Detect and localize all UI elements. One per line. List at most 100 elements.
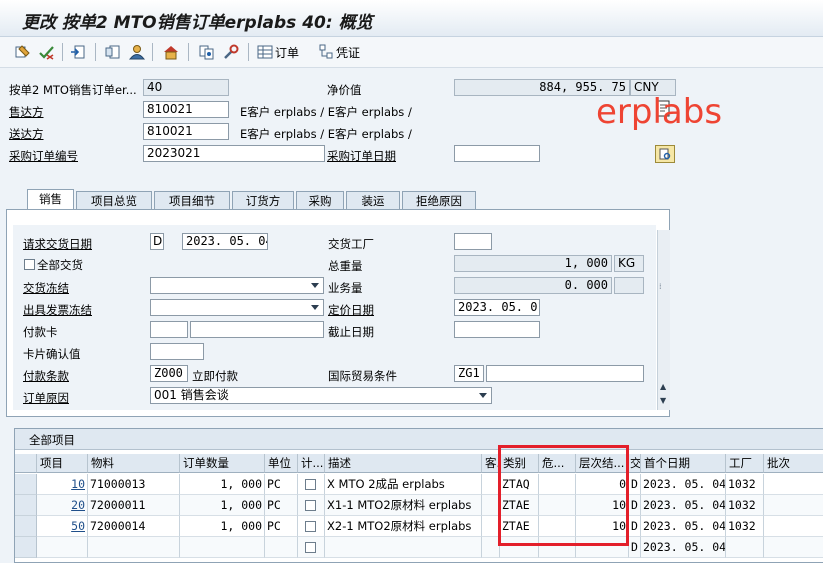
tab-item-overview[interactable]: 项目总览 bbox=[76, 191, 152, 209]
volume-unit-field[interactable] bbox=[614, 277, 644, 294]
cell-material-number[interactable]: 72000014 bbox=[88, 516, 180, 537]
po-number-label[interactable]: 采购订单编号 bbox=[9, 148, 78, 164]
po-date-label[interactable]: 采购订单日期 bbox=[327, 148, 396, 164]
cell-description[interactable]: X1-1 MTO2原材料 erplabs bbox=[325, 495, 482, 516]
create-with-reference-button[interactable] bbox=[70, 43, 88, 61]
cell-date-type[interactable]: D bbox=[629, 537, 641, 558]
row-checkbox[interactable] bbox=[305, 542, 316, 553]
cell-first-date[interactable]: 2023. 05. 04 bbox=[641, 516, 726, 537]
row-selector[interactable] bbox=[15, 516, 37, 537]
tab-panel-scrollbar[interactable]: ⁞ ▲ ▼ bbox=[657, 230, 670, 410]
column-selector[interactable] bbox=[15, 454, 37, 473]
po-date-field[interactable] bbox=[454, 145, 540, 162]
scroll-down-icon[interactable]: ▼ bbox=[660, 396, 666, 405]
ship-to-field[interactable]: 810021 bbox=[143, 123, 229, 140]
billing-block-label[interactable]: 出具发票冻结 bbox=[23, 302, 92, 318]
cell-date-type[interactable]: D bbox=[629, 474, 641, 495]
cell-batch[interactable] bbox=[764, 495, 823, 516]
pricing-date-field[interactable]: 2023. 05. 01 bbox=[454, 299, 540, 316]
tab-sales[interactable]: 销售 bbox=[27, 189, 74, 210]
payment-card-type-field[interactable] bbox=[150, 321, 188, 338]
cell-batch[interactable] bbox=[764, 537, 823, 558]
order-button[interactable]: 订单 bbox=[257, 43, 299, 61]
tab-ordering-party[interactable]: 订货方 bbox=[232, 191, 294, 209]
cell-description[interactable] bbox=[325, 537, 482, 558]
organizational-data-button[interactable] bbox=[162, 43, 180, 61]
incoterms-location-field[interactable] bbox=[486, 365, 644, 382]
cell-plant[interactable]: 1032 bbox=[726, 495, 764, 516]
cell-material-number[interactable]: 71000013 bbox=[88, 474, 180, 495]
cell-unit[interactable] bbox=[265, 537, 298, 558]
sold-to-field[interactable]: 810021 bbox=[143, 101, 229, 118]
payment-terms-label[interactable]: 付款条款 bbox=[23, 368, 69, 384]
cell-unit[interactable]: PC bbox=[265, 495, 298, 516]
weight-unit-field[interactable]: KG bbox=[614, 255, 644, 272]
cell-order-quantity[interactable]: 1, 000 bbox=[180, 495, 265, 516]
sold-to-label[interactable]: 售达方 bbox=[9, 104, 44, 120]
cell-item-number[interactable]: 20 bbox=[37, 495, 88, 516]
req-delivery-type-field[interactable]: D bbox=[150, 233, 164, 250]
tab-shipping[interactable]: 装运 bbox=[346, 191, 400, 209]
col-header-item[interactable]: 项目 bbox=[37, 454, 88, 473]
cell-item-number[interactable]: 50 bbox=[37, 516, 88, 537]
cell-order-quantity[interactable] bbox=[180, 537, 265, 558]
row-selector[interactable] bbox=[15, 495, 37, 516]
cell-plant[interactable]: 1032 bbox=[726, 516, 764, 537]
cell-batch[interactable] bbox=[764, 516, 823, 537]
tab-reason-for-rejection[interactable]: 拒绝原因 bbox=[402, 191, 476, 209]
req-delivery-date-field[interactable]: 2023. 05. 04 bbox=[182, 233, 268, 250]
col-header-batch[interactable]: 批次 bbox=[764, 454, 823, 473]
payment-card-number-field[interactable] bbox=[190, 321, 324, 338]
cell-item-number[interactable] bbox=[37, 537, 88, 558]
col-header-description[interactable]: 描述 bbox=[325, 454, 482, 473]
check-button[interactable] bbox=[38, 43, 56, 61]
ship-to-label[interactable]: 送达方 bbox=[9, 126, 44, 142]
col-header-unit[interactable]: 单位 bbox=[265, 454, 298, 473]
total-weight-field[interactable]: 1, 000 bbox=[454, 255, 612, 272]
col-header-delivery[interactable]: 交 bbox=[629, 454, 641, 473]
row-checkbox[interactable] bbox=[305, 500, 316, 511]
billing-block-dropdown[interactable] bbox=[150, 299, 324, 316]
row-selector[interactable] bbox=[15, 537, 37, 558]
header-display-button[interactable] bbox=[104, 43, 122, 61]
cell-description[interactable]: X MTO 2成品 erplabs bbox=[325, 474, 482, 495]
row-checkbox[interactable] bbox=[305, 521, 316, 532]
tab-item-detail[interactable]: 项目细节 bbox=[154, 191, 230, 209]
cell-first-date[interactable]: 2023. 05. 04 bbox=[641, 474, 726, 495]
col-header-calc[interactable]: 计... bbox=[298, 454, 325, 473]
cell-unit[interactable]: PC bbox=[265, 516, 298, 537]
complete-delivery-checkbox[interactable] bbox=[24, 259, 35, 270]
col-header-plant[interactable]: 工厂 bbox=[726, 454, 764, 473]
col-header-material[interactable]: 物料 bbox=[88, 454, 180, 473]
tab-procurement[interactable]: 采购 bbox=[296, 191, 344, 209]
cell-order-quantity[interactable]: 1, 000 bbox=[180, 474, 265, 495]
cell-calc-checkbox[interactable] bbox=[298, 516, 325, 537]
card-verification-field[interactable] bbox=[150, 343, 204, 360]
cell-batch[interactable] bbox=[764, 474, 823, 495]
po-number-field[interactable]: 2023021 bbox=[143, 145, 325, 162]
cell-first-date[interactable]: 2023. 05. 04 bbox=[641, 495, 726, 516]
po-detail-button[interactable] bbox=[655, 145, 675, 163]
order-reason-dropdown[interactable]: 001 销售会谈 bbox=[150, 387, 492, 404]
payment-terms-field[interactable]: Z000 bbox=[150, 365, 188, 382]
cell-calc-checkbox[interactable] bbox=[298, 474, 325, 495]
status-overview-button[interactable] bbox=[222, 43, 240, 61]
cell-unit[interactable]: PC bbox=[265, 474, 298, 495]
cell-date-type[interactable]: D bbox=[629, 495, 641, 516]
row-selector[interactable] bbox=[15, 474, 37, 495]
cell-plant[interactable]: 1032 bbox=[726, 474, 764, 495]
order-reason-label[interactable]: 订单原因 bbox=[23, 390, 69, 406]
req-delivery-date-label[interactable]: 请求交货日期 bbox=[23, 236, 92, 252]
delivery-plant-field[interactable] bbox=[454, 233, 492, 250]
cell-date-type[interactable]: D bbox=[629, 516, 641, 537]
cell-material-number[interactable]: 72000011 bbox=[88, 495, 180, 516]
display-change-button[interactable] bbox=[14, 43, 32, 61]
cell-description[interactable]: X2-1 MTO2原材料 erplabs bbox=[325, 516, 482, 537]
volume-field[interactable]: 0. 000 bbox=[454, 277, 612, 294]
voucher-button[interactable]: 凭证 bbox=[318, 43, 360, 61]
cell-material-number[interactable] bbox=[88, 537, 180, 558]
incoterms-field[interactable]: ZG1 bbox=[454, 365, 484, 382]
display-document-flow-button[interactable] bbox=[198, 43, 216, 61]
pricing-date-label[interactable]: 定价日期 bbox=[328, 302, 374, 318]
cell-calc-checkbox[interactable] bbox=[298, 495, 325, 516]
